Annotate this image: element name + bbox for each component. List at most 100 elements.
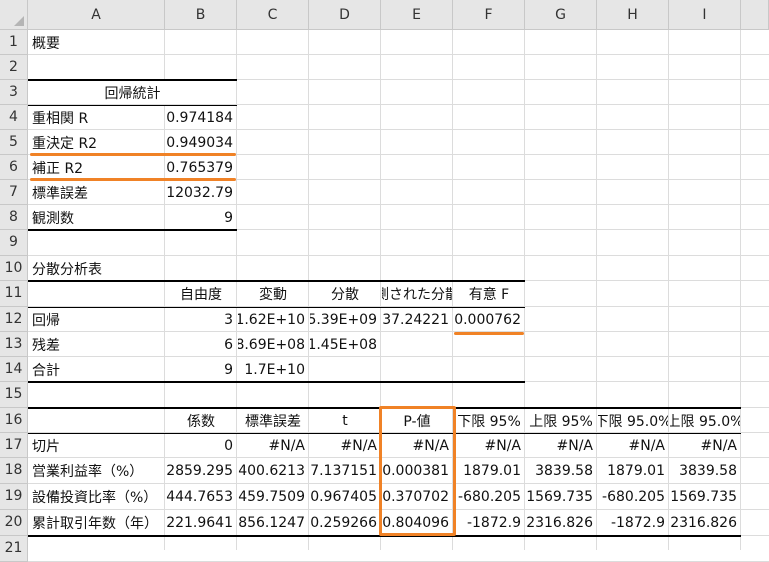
cell-a8[interactable]: 観測数 [29,206,164,229]
cell-i19[interactable]: 1569.735 [670,485,740,509]
column-header-h[interactable]: H [597,0,669,30]
cell-a17[interactable]: 切片 [29,434,164,457]
row-header-18[interactable]: 18 [0,458,28,484]
row-header-17[interactable]: 17 [0,433,28,458]
cell-b8[interactable]: 9 [166,206,236,229]
row-header-3[interactable]: 3 [0,80,28,105]
cell-b14[interactable]: 9 [166,358,236,381]
row-header-14[interactable]: 14 [0,357,28,382]
cell-b6[interactable]: 0.765379 [166,156,236,179]
column-header-g[interactable]: G [525,0,597,30]
cell-d11[interactable]: 分散 [310,282,380,306]
row-header-16[interactable]: 16 [0,408,28,433]
cell-d17[interactable]: #N/A [310,434,380,457]
cell-f16[interactable]: 下限 95% [454,409,524,432]
cell-a10[interactable]: 分散分析表 [29,257,164,280]
cell-b16[interactable]: 係数 [166,409,236,432]
cell-a20[interactable]: 累計取引年数（年） [29,511,164,535]
cell-d20[interactable]: 0.259266 [310,511,380,535]
cell-c11[interactable]: 変動 [238,282,308,306]
row-header-1[interactable]: 1 [0,30,28,55]
cell-c19[interactable]: 459.7509 [238,485,308,509]
cell-e12[interactable]: 37.24221 [382,308,452,331]
cell-b19[interactable]: 444.7653 [166,485,236,509]
cell-h17[interactable]: #N/A [598,434,668,457]
cell-e11[interactable]: 観測された分散比 [382,282,452,306]
row-header-5[interactable]: 5 [0,130,28,155]
cell-c14[interactable]: 1.7E+10 [238,358,308,381]
cell-a14[interactable]: 合計 [29,358,164,381]
cell-d18[interactable]: 7.137151 [310,459,380,483]
cell-c16[interactable]: 標準誤差 [238,409,308,432]
cell-f17[interactable]: #N/A [454,434,524,457]
cell-c12[interactable]: 1.62E+10 [238,308,308,331]
cell-h16[interactable]: 下限 95.0% [598,409,668,432]
cell-b18[interactable]: 2859.295 [166,459,236,483]
cell-c17[interactable]: #N/A [238,434,308,457]
cell-c20[interactable]: 856.1247 [238,511,308,535]
column-header-a[interactable]: A [28,0,165,30]
cell-g20[interactable]: 2316.826 [526,511,596,535]
cell-c18[interactable]: 400.6213 [238,459,308,483]
cell-a3[interactable]: 回帰統計 [29,81,236,104]
column-header-b[interactable]: B [165,0,237,30]
cell-g16[interactable]: 上限 95% [526,409,596,432]
cell-b20[interactable]: 221.9641 [166,511,236,535]
cell-f19[interactable]: -680.205 [454,485,524,509]
cell-g19[interactable]: 1569.735 [526,485,596,509]
cell-d12[interactable]: 5.39E+09 [310,308,380,331]
row-header-13[interactable]: 13 [0,332,28,357]
cell-a13[interactable]: 残差 [29,333,164,356]
cell-b13[interactable]: 6 [166,333,236,356]
cell-b7[interactable]: 12032.79 [166,181,236,204]
cell-i18[interactable]: 3839.58 [670,459,740,483]
cell-a5[interactable]: 重決定 R2 [29,131,164,154]
column-header-d[interactable]: D [309,0,381,30]
cell-f18[interactable]: 1879.01 [454,459,524,483]
cell-g17[interactable]: #N/A [526,434,596,457]
cell-h19[interactable]: -680.205 [598,485,668,509]
row-header-11[interactable]: 11 [0,281,28,307]
cell-a18[interactable]: 営業利益率（%） [29,459,164,483]
row-header-10[interactable]: 10 [0,256,28,281]
cell-b11[interactable]: 自由度 [166,282,236,306]
cell-a4[interactable]: 重相関 R [29,106,164,129]
cell-d19[interactable]: 0.967405 [310,485,380,509]
cell-h20[interactable]: -1872.9 [598,511,668,535]
cell-d13[interactable]: 1.45E+08 [310,333,380,356]
cell-b5[interactable]: 0.949034 [166,131,236,154]
cell-a19[interactable]: 設備投資比率（%） [29,485,164,509]
cell-a12[interactable]: 回帰 [29,308,164,331]
row-header-19[interactable]: 19 [0,484,28,510]
cell-h18[interactable]: 1879.01 [598,459,668,483]
cell-a6[interactable]: 補正 R2 [29,156,164,179]
column-header-e[interactable]: E [381,0,453,30]
row-header-8[interactable]: 8 [0,205,28,230]
cell-i20[interactable]: 2316.826 [670,511,740,535]
cell-a7[interactable]: 標準誤差 [29,181,164,204]
cell-f20[interactable]: -1872.9 [454,511,524,535]
row-header-12[interactable]: 12 [0,307,28,332]
row-header-20[interactable]: 20 [0,510,28,536]
row-header-7[interactable]: 7 [0,180,28,205]
cell-a1[interactable]: 概要 [29,31,164,54]
row-header-15[interactable]: 15 [0,382,28,408]
row-header-9[interactable]: 9 [0,230,28,256]
cell-i16[interactable]: 上限 95.0% [670,409,740,432]
row-header-6[interactable]: 6 [0,155,28,180]
column-header-partial[interactable] [741,0,769,30]
column-header-i[interactable]: I [669,0,741,30]
cell-b12[interactable]: 3 [166,308,236,331]
cell-b17[interactable]: 0 [166,434,236,457]
row-header-4[interactable]: 4 [0,105,28,130]
row-header-21[interactable]: 21 [0,536,28,562]
cell-f12[interactable]: 0.000762 [454,308,524,331]
row-header-2[interactable]: 2 [0,55,28,80]
column-header-c[interactable]: C [237,0,309,30]
cell-d16[interactable]: t [310,409,380,432]
cell-i17[interactable]: #N/A [670,434,740,457]
cell-g18[interactable]: 3839.58 [526,459,596,483]
cell-b4[interactable]: 0.974184 [166,106,236,129]
cell-f11[interactable]: 有意 F [454,282,524,306]
cell-c13[interactable]: 8.69E+08 [238,333,308,356]
